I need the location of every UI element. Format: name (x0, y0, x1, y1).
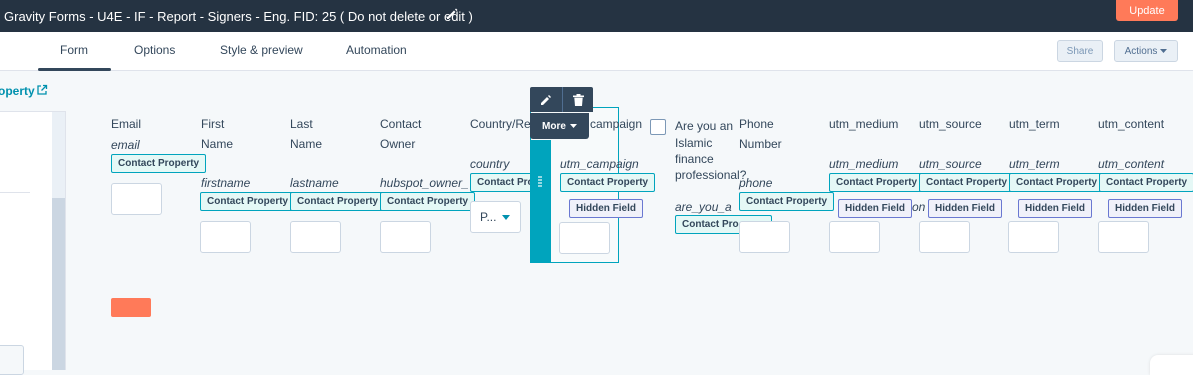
update-button[interactable]: Update (1116, 0, 1178, 21)
hidden-field-badge: Hidden Field (1108, 199, 1182, 218)
caret-down-icon (569, 124, 577, 128)
islamic-label-3: finance (675, 152, 714, 166)
utm-source-overlap-text: on (912, 200, 926, 214)
trash-icon (572, 93, 584, 106)
submit-button[interactable] (111, 298, 151, 317)
utm-source-input[interactable] (919, 221, 970, 253)
contact-property-badge: Contact Pro (470, 173, 532, 192)
lastname-internal-name: lastname (290, 176, 339, 190)
utm-medium-input[interactable] (829, 221, 880, 253)
tab-automation[interactable]: Automation (346, 43, 407, 57)
hidden-field-badge: Hidden Field (1018, 199, 1092, 218)
firstname-label: First (201, 117, 225, 131)
email-internal-name: email (111, 138, 140, 152)
more-label: More (542, 120, 566, 132)
country-select-value: P... (480, 210, 497, 224)
owner-internal-name: hubspot_owner_ (380, 176, 469, 190)
actions-button[interactable]: Actions (1114, 40, 1178, 62)
contact-property-badge: Contact Property (1009, 173, 1105, 192)
contact-property-badge: Contact Property (560, 173, 656, 192)
email-label: Email (111, 117, 142, 131)
utm-term-input[interactable] (1008, 221, 1059, 253)
islamic-label-2: Islamic (675, 136, 713, 150)
utm-medium-internal-name: utm_medium (829, 157, 899, 171)
phone-label-2: Number (739, 137, 782, 151)
help-widget[interactable] (1150, 355, 1193, 375)
islamic-internal-name: are_you_a (675, 200, 732, 214)
hidden-field-badge: Hidden Field (569, 199, 643, 218)
caret-down-icon (502, 214, 511, 220)
caret-down-icon (1160, 48, 1168, 53)
utm-medium-label: utm_medium (829, 117, 899, 131)
utm-term-internal-name: utm_term (1009, 157, 1060, 171)
islamic-label: Are you an (675, 119, 734, 133)
firstname-internal-name: firstname (201, 176, 251, 190)
country-label: Country/Re (470, 117, 531, 131)
contact-property-badge: Contact Property (200, 192, 296, 211)
tab-form[interactable]: Form (60, 43, 88, 57)
actions-label: Actions (1124, 45, 1158, 57)
utm-content-internal-name: utm_content (1098, 157, 1165, 171)
lastname-label-2: Name (290, 137, 323, 151)
lastname-input[interactable] (290, 221, 341, 253)
contact-property-badge: Contact Property (919, 173, 1015, 192)
owner-label-2: Owner (380, 137, 416, 151)
external-link-icon[interactable] (36, 84, 48, 96)
left-divider (0, 192, 30, 193)
utm-content-label: utm_content (1098, 117, 1165, 131)
tab-style-preview[interactable]: Style & preview (220, 43, 303, 57)
edit-field-button[interactable] (530, 87, 561, 112)
contact-property-badge: Contact Property (380, 192, 476, 211)
islamic-label-4: professional? (675, 168, 747, 182)
form-title[interactable]: Gravity Forms - U4E - IF - Report - Sign… (4, 9, 473, 24)
lastname-label: Last (290, 117, 313, 131)
phone-label: Phone (739, 117, 774, 131)
scrollbar-thumb[interactable] (52, 198, 65, 370)
utm-campaign-label: campaign (590, 117, 643, 131)
delete-field-button[interactable] (562, 87, 593, 112)
email-input[interactable] (111, 183, 162, 215)
more-button[interactable]: More (530, 113, 589, 139)
tab-bar (0, 32, 1193, 71)
utm-campaign-input[interactable] (559, 222, 610, 254)
country-internal-name: country (470, 157, 510, 171)
owner-label: Contact (380, 117, 422, 131)
contact-property-badge: Contact Property (111, 154, 207, 173)
utm-content-input[interactable] (1098, 221, 1149, 253)
owner-input[interactable] (380, 221, 431, 253)
edit-icon (540, 94, 551, 105)
utm-term-label: utm_term (1009, 117, 1060, 131)
phone-input[interactable] (739, 221, 790, 253)
hidden-field-badge: Hidden Field (838, 199, 912, 218)
hidden-field-badge: Hidden Field (928, 199, 1002, 218)
phone-internal-name: phone (739, 176, 773, 190)
utm-source-label: utm_source (919, 117, 982, 131)
left-panel-input[interactable] (0, 345, 24, 375)
contact-property-badge: Contact Property (1099, 173, 1193, 192)
active-tab-indicator (38, 68, 111, 71)
contact-property-badge: Contact Property (829, 173, 925, 192)
pencil-icon[interactable] (444, 6, 460, 22)
contact-property-badge: Contact Property (290, 192, 386, 211)
country-select[interactable]: P... (470, 201, 521, 233)
contact-property-badge: Contact Property (739, 192, 835, 211)
utm-source-internal-name: utm_source (919, 157, 982, 171)
share-button[interactable]: Share (1057, 40, 1103, 62)
utm-campaign-internal-name: utm_campaign (560, 157, 639, 171)
property-link[interactable]: operty (0, 84, 35, 98)
firstname-input[interactable] (200, 221, 251, 253)
firstname-label-2: Name (201, 137, 234, 151)
islamic-finance-checkbox[interactable] (650, 119, 666, 135)
drag-handle[interactable] (530, 140, 551, 263)
tab-options[interactable]: Options (134, 43, 175, 57)
grip-icon[interactable] (538, 176, 542, 190)
